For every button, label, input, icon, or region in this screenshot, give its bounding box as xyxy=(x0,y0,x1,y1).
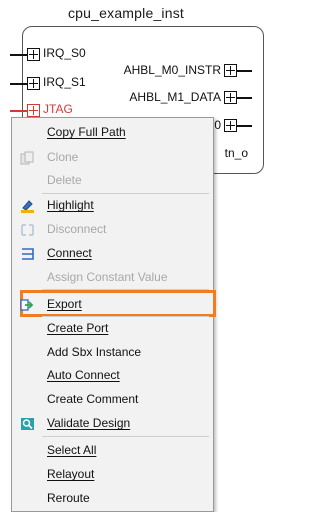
menu-item-label: Select All xyxy=(47,443,97,457)
port-label-jtag[interactable]: JTAG xyxy=(43,102,73,116)
port-wire-jtag xyxy=(10,110,28,112)
expand-port-irq-s0-icon[interactable] xyxy=(27,48,40,61)
menu-item-label: Export xyxy=(47,297,82,311)
menu-item-export[interactable]: Export xyxy=(12,293,212,315)
port-label-ahbl-m0-instr[interactable]: AHBL_M0_INSTR xyxy=(124,63,221,77)
port-wire-ahbl-m0-instr xyxy=(236,70,252,72)
menu-item-label: Relayout xyxy=(47,467,95,481)
port-wire-ahbl-m1-data xyxy=(236,97,252,99)
clone-icon xyxy=(20,150,35,165)
port-label-tn-o[interactable]: tn_o xyxy=(225,146,248,160)
menu-item-label: Assign Constant Value xyxy=(47,270,168,284)
menu-item-label: Create Comment xyxy=(47,392,139,406)
menu-item-select-all[interactable]: Select All xyxy=(12,439,212,461)
menu-item-create-port[interactable]: Create Port xyxy=(12,317,212,339)
menu-item-label: Delete xyxy=(47,173,82,187)
menu-item-label: Auto Connect xyxy=(47,368,120,382)
menu-item-label: Highlight xyxy=(47,198,94,212)
menu-item-clone[interactable]: Clone xyxy=(12,146,212,168)
menu-item-label: Clone xyxy=(47,150,79,164)
context-menu: Copy Full Path Clone Delete Highlight Di… xyxy=(11,117,216,512)
port-label-irq-s0[interactable]: IRQ_S0 xyxy=(43,46,86,60)
menu-item-label: Connect xyxy=(47,246,92,260)
menu-item-auto-connect[interactable]: Auto Connect xyxy=(12,364,212,386)
menu-item-validate-design[interactable]: Validate Design xyxy=(12,412,212,434)
instance-title: cpu_example_inst xyxy=(67,5,185,21)
menu-item-add-sbx-instance[interactable]: Add Sbx Instance xyxy=(12,341,212,363)
menu-item-highlight[interactable]: Highlight xyxy=(12,194,212,216)
menu-item-create-comment[interactable]: Create Comment xyxy=(12,388,212,410)
menu-item-assign-constant-value[interactable]: Assign Constant Value xyxy=(12,266,212,288)
menu-item-label: Validate Design xyxy=(47,416,131,430)
port-wire-irq-s1 xyxy=(10,83,28,85)
port-wire-m0 xyxy=(236,125,252,127)
export-icon xyxy=(20,297,35,311)
menu-item-disconnect[interactable]: Disconnect xyxy=(12,218,212,240)
connect-icon xyxy=(20,246,35,260)
menu-item-label: Add Sbx Instance xyxy=(47,345,142,359)
menu-item-connect[interactable]: Connect xyxy=(12,242,212,264)
port-label-ahbl-m1-data[interactable]: AHBL_M1_DATA xyxy=(129,90,221,104)
menu-item-label: Reroute xyxy=(47,491,90,505)
highlight-icon xyxy=(20,198,35,213)
menu-item-relayout[interactable]: Relayout xyxy=(12,463,212,485)
menu-item-label: Copy Full Path xyxy=(47,125,126,139)
port-wire-irq-s0 xyxy=(10,54,28,56)
disconnect-icon xyxy=(20,222,35,236)
validate-icon xyxy=(20,416,35,430)
menu-item-label: Create Port xyxy=(47,321,109,335)
port-label-irq-s1[interactable]: IRQ_S1 xyxy=(43,75,86,89)
menu-item-reroute[interactable]: Reroute xyxy=(12,487,212,509)
menu-item-copy-full-path[interactable]: Copy Full Path xyxy=(12,121,212,143)
menu-item-delete[interactable]: Delete xyxy=(12,169,212,191)
menu-separator xyxy=(42,436,209,437)
menu-item-label: Disconnect xyxy=(47,222,107,236)
expand-port-jtag-icon[interactable] xyxy=(27,104,40,117)
expand-port-irq-s1-icon[interactable] xyxy=(27,77,40,90)
